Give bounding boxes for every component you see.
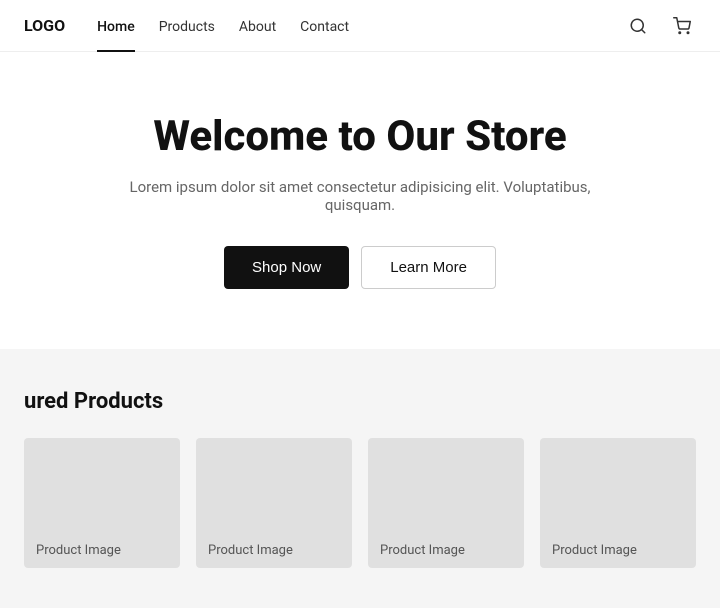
nav-icons <box>624 12 696 40</box>
nav-item-contact[interactable]: Contact <box>300 16 349 35</box>
search-button[interactable] <box>624 12 652 40</box>
product-image-label: Product Image <box>380 543 465 558</box>
cart-button[interactable] <box>668 12 696 40</box>
nav-item-home[interactable]: Home <box>97 16 135 35</box>
product-image-label: Product Image <box>552 543 637 558</box>
search-icon <box>629 17 647 35</box>
nav-link-home[interactable]: Home <box>97 19 135 35</box>
hero-subtitle: Lorem ipsum dolor sit amet consectetur a… <box>110 178 610 214</box>
featured-section: ured Products Product Image Product Imag… <box>0 349 720 608</box>
hero-buttons: Shop Now Learn More <box>40 246 680 289</box>
nav-item-products[interactable]: Products <box>159 16 215 35</box>
shop-now-button[interactable]: Shop Now <box>224 246 349 289</box>
product-image-label: Product Image <box>208 543 293 558</box>
product-card[interactable]: Product Image <box>24 438 180 568</box>
nav-item-about[interactable]: About <box>239 16 276 35</box>
nav-link-contact[interactable]: Contact <box>300 19 349 35</box>
nav-link-products[interactable]: Products <box>159 19 215 35</box>
hero-title: Welcome to Our Store <box>40 112 680 162</box>
learn-more-button[interactable]: Learn More <box>361 246 496 289</box>
featured-title: ured Products <box>24 389 696 414</box>
nav-logo: LOGO <box>24 16 65 35</box>
products-grid: Product Image Product Image Product Imag… <box>24 438 696 568</box>
hero-section: Welcome to Our Store Lorem ipsum dolor s… <box>0 52 720 349</box>
navbar: LOGO Home Products About Contact <box>0 0 720 52</box>
product-card[interactable]: Product Image <box>368 438 524 568</box>
cart-icon <box>673 17 691 35</box>
product-card[interactable]: Product Image <box>196 438 352 568</box>
product-image-label: Product Image <box>36 543 121 558</box>
nav-link-about[interactable]: About <box>239 19 276 35</box>
product-card[interactable]: Product Image <box>540 438 696 568</box>
